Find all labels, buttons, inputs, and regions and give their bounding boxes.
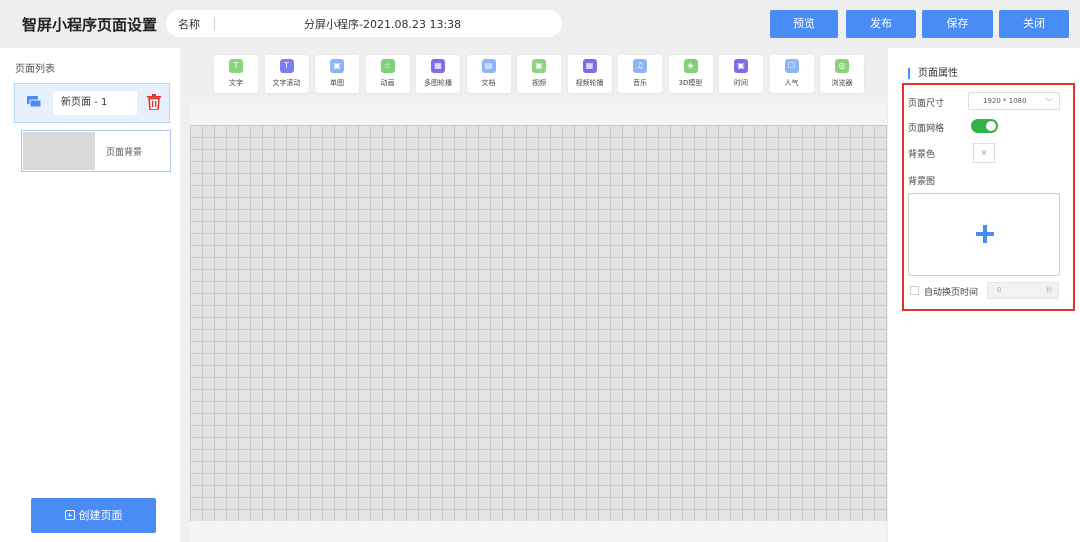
- page-canvas[interactable]: [190, 125, 887, 521]
- create-page-label: 创建页面: [78, 509, 123, 522]
- popularity-icon: ☐: [784, 59, 799, 73]
- toggle-knob: [986, 121, 996, 131]
- tool-carousel[interactable]: ▦ 多图轮播: [416, 55, 460, 93]
- page-size-value: 1920 * 1080: [983, 97, 1027, 105]
- tool-text[interactable]: T 文字: [214, 55, 258, 93]
- tool-animation[interactable]: ☆ 动画: [365, 55, 410, 93]
- name-field[interactable]: 名称 分屏小程序-2021.08.23 13:38: [166, 10, 562, 37]
- video-carousel-icon: ▦: [582, 59, 597, 73]
- canvas-top-strip: [190, 103, 887, 125]
- tool-label: 单图: [330, 79, 344, 87]
- clock-icon: ▣: [734, 59, 748, 73]
- tool-label: 时间: [734, 79, 748, 87]
- bg-image-label: 背景图: [908, 177, 936, 187]
- page-grid-label: 页面网格: [908, 124, 945, 134]
- properties-title: 页面属性: [908, 68, 958, 79]
- save-button[interactable]: 保存: [922, 10, 993, 38]
- tool-label: 视频: [532, 79, 546, 87]
- page-name-input[interactable]: 新页面 - 1: [53, 91, 137, 115]
- tool-popularity[interactable]: ☐ 人气: [769, 55, 814, 93]
- animation-icon: ☆: [380, 59, 395, 73]
- publish-button[interactable]: 发布: [846, 10, 916, 38]
- page-size-select[interactable]: 1920 * 1080 ﹀: [968, 92, 1060, 110]
- page-list-item[interactable]: 新页面 - 1: [14, 83, 170, 123]
- tool-label: 文字滚动: [272, 79, 301, 87]
- page-size-label: 页面尺寸: [908, 99, 945, 109]
- bg-color-label: 背景色: [908, 150, 936, 160]
- browser-icon: ◎: [835, 59, 849, 73]
- 3d-model-icon: ◈: [683, 59, 698, 73]
- tool-browser[interactable]: ◎ 浏览器: [820, 55, 864, 93]
- component-toolbar: T 文字 T 文字滚动 ▣ 单图 ☆ 动画 ▦ 多图轮播 ▤ 文档 ▣ 视频 ▦ 视频轮播 ♫ 音乐 ◈ 3D模型 ▣ 时…: [214, 55, 864, 95]
- chevron-down-icon: ﹀: [1045, 98, 1053, 107]
- close-button[interactable]: 关闭: [999, 10, 1069, 38]
- tool-label: 视频轮播: [575, 79, 604, 87]
- music-icon: ♫: [633, 59, 647, 73]
- tool-label: 浏览器: [831, 79, 853, 87]
- seconds-unit: 秒: [1046, 286, 1053, 294]
- page-title: 智屏小程序页面设置: [22, 16, 158, 34]
- tool-document[interactable]: ▤ 文档: [466, 55, 511, 93]
- background-label: 页面背景: [106, 148, 143, 158]
- auto-switch-value: 0: [997, 286, 1002, 294]
- plus-icon: [976, 225, 994, 243]
- tool-label: 文字: [229, 79, 243, 87]
- document-icon: ▤: [481, 59, 496, 73]
- tool-image[interactable]: ▣ 单图: [315, 55, 359, 93]
- monitor-icon: [27, 96, 41, 108]
- create-page-button[interactable]: 创建页面: [31, 498, 156, 533]
- video-icon: ▣: [532, 59, 546, 73]
- tool-label: 音乐: [633, 79, 647, 87]
- text-icon: T: [229, 59, 243, 73]
- trash-icon[interactable]: [147, 94, 161, 110]
- tool-label: 文档: [481, 79, 496, 87]
- page-grid-toggle[interactable]: [971, 119, 998, 133]
- preview-button[interactable]: 预览: [770, 10, 838, 38]
- canvas-bottom-strip: [190, 521, 887, 542]
- tool-label: 人气: [784, 79, 799, 87]
- tool-video[interactable]: ▣ 视频: [517, 55, 561, 93]
- page-list-title: 页面列表: [15, 64, 55, 75]
- tool-text-scroll[interactable]: T 文字滚动: [264, 55, 309, 93]
- name-divider: [214, 17, 215, 30]
- bg-image-upload[interactable]: [908, 193, 1060, 276]
- header: 智屏小程序页面设置 名称 分屏小程序-2021.08.23 13:38 预览 发…: [0, 0, 1080, 48]
- tool-music[interactable]: ♫ 音乐: [618, 55, 662, 93]
- image-icon: ▣: [330, 59, 344, 73]
- tool-label: 多图轮播: [424, 79, 452, 87]
- auto-switch-checkbox[interactable]: [910, 286, 919, 295]
- tool-clock[interactable]: ▣ 时间: [719, 55, 763, 93]
- name-label: 名称: [178, 18, 200, 31]
- tool-video-carousel[interactable]: ▦ 视频轮播: [567, 55, 612, 93]
- page-background-item[interactable]: 页面背景: [21, 130, 171, 172]
- auto-switch-time-input[interactable]: 0 秒: [987, 282, 1059, 299]
- tool-label: 动画: [380, 79, 395, 87]
- auto-switch-label: 自动换页时间: [924, 288, 979, 298]
- bg-color-picker[interactable]: ×: [973, 143, 995, 163]
- background-thumbnail: [23, 132, 95, 170]
- name-input[interactable]: 分屏小程序-2021.08.23 13:38: [304, 16, 461, 32]
- tool-3d-model[interactable]: ◈ 3D模型: [668, 55, 713, 93]
- page-list-panel: 页面列表 新页面 - 1 页面背景 创建页面: [0, 48, 180, 542]
- text-scroll-icon: T: [279, 59, 294, 73]
- tool-label: 3D模型: [678, 79, 703, 87]
- carousel-icon: ▦: [431, 59, 445, 73]
- add-icon: [64, 510, 75, 520]
